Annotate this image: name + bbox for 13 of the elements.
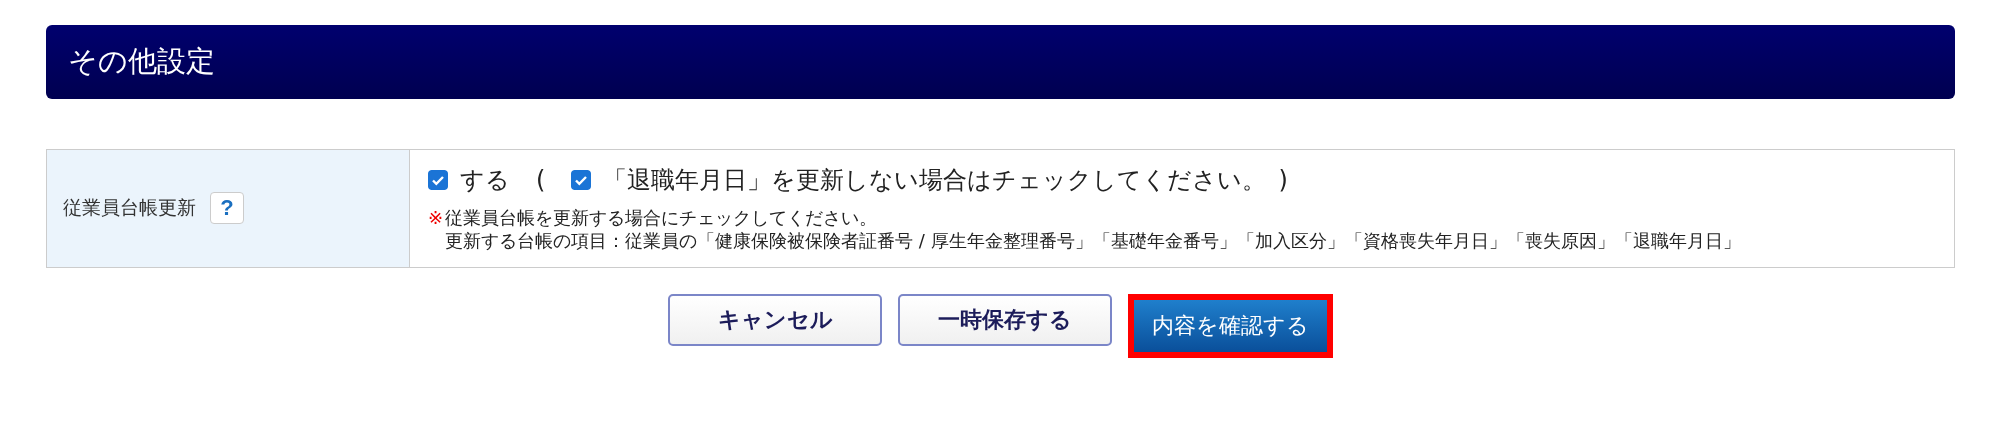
note-text: 更新する台帳の項目：従業員の「健康保険被保険者証番号 / 厚生年金整理番号」「基礎年金番号」「加入区分」「資格喪失年月日」「喪失原因」「退職年月日」 — [445, 229, 1741, 253]
checkbox-label: する — [460, 165, 510, 196]
action-button[interactable]: 一時保存する — [898, 293, 1112, 346]
section-title: その他設定 — [68, 43, 215, 80]
help-button[interactable]: ? — [210, 192, 244, 225]
note-text: 従業員台帳を更新する場合にチェックしてください。 — [445, 206, 879, 230]
checkbox-label: 「退職年月日」を更新しない場合はチェックしてください。 — [603, 165, 1267, 196]
field-label: 従業員台帳更新 — [63, 195, 196, 221]
parenthesis: ( — [536, 166, 546, 194]
confirm-button[interactable]: 内容を確認する — [1134, 299, 1327, 352]
note-mark: ※ — [428, 206, 444, 230]
action-button[interactable]: キャンセル — [668, 293, 882, 346]
parenthesis: ) — [1278, 166, 1288, 194]
